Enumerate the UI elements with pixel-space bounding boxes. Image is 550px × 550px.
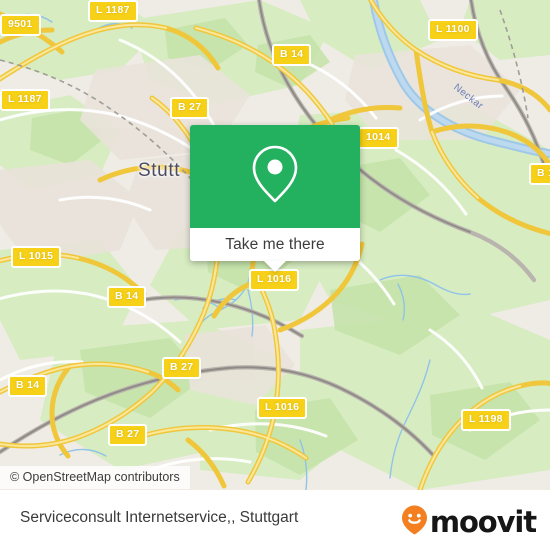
moovit-map-screenshot: Stutt Neckar 9501 L 1187 B 14 L 1100 L 1187 B… (0, 0, 550, 550)
popup-card-action[interactable]: Take me there (190, 228, 360, 272)
road-shield: B 14 (8, 375, 48, 397)
road-shield: B 14 (272, 44, 312, 66)
map-attribution[interactable]: © OpenStreetMap contributors (0, 466, 190, 489)
place-title: Serviceconsult Internetservice,, Stuttga… (20, 509, 299, 526)
road-shield: 1014 (358, 127, 399, 149)
road-shield: L 1187 (88, 0, 138, 22)
road-shield: L 1100 (428, 19, 478, 41)
road-shield: B 1 (529, 163, 550, 185)
road-shield: B 27 (108, 424, 148, 446)
road-shield: L 1015 (11, 246, 62, 268)
road-shield: B 27 (162, 357, 202, 379)
road-shield: B 27 (170, 97, 210, 119)
moovit-pin-icon (400, 504, 429, 541)
moovit-logo[interactable]: moovit (400, 504, 537, 541)
map-pin-icon (250, 143, 300, 210)
road-shield: L 1198 (461, 409, 511, 431)
location-popup-card[interactable]: Take me there (190, 125, 360, 272)
take-me-there-label: Take me there (225, 235, 325, 253)
road-shield: 9501 (0, 14, 41, 36)
map-viewport[interactable]: Stutt Neckar 9501 L 1187 B 14 L 1100 L 1187 B… (0, 0, 550, 490)
map-label-stuttgart: Stutt (138, 160, 181, 181)
moovit-wordmark: moovit (429, 505, 537, 539)
footer-bar: Serviceconsult Internetservice,, Stuttga… (0, 490, 550, 550)
road-shield: L 1016 (249, 269, 300, 291)
road-shield: L 1016 (257, 397, 308, 419)
road-shield: B 14 (107, 286, 147, 308)
road-shield: L 1187 (0, 89, 50, 111)
popup-card-header (190, 125, 360, 228)
popup-card-pointer (264, 261, 286, 272)
